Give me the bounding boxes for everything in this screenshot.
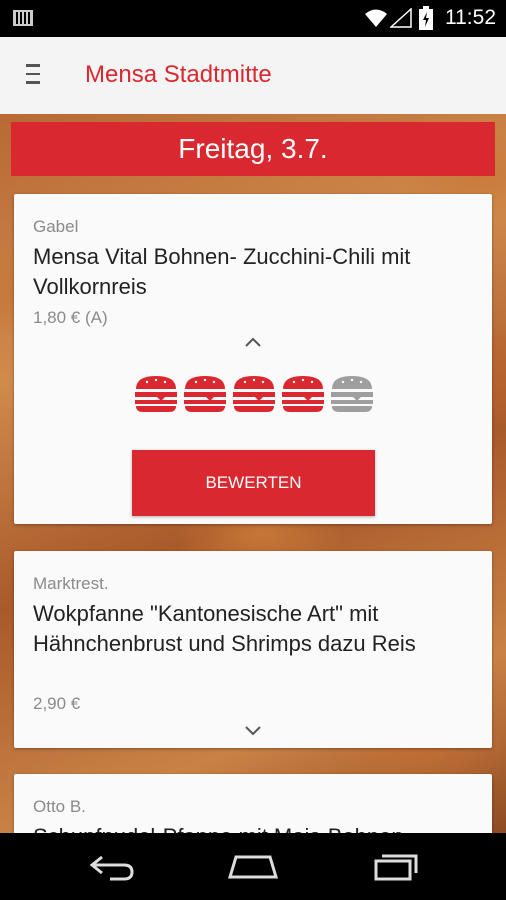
rate-button[interactable]: BEWERTEN xyxy=(132,450,375,516)
chevron-down-icon[interactable] xyxy=(244,725,262,737)
meal-name: Mensa Vital Bohnen- Zucchini-Chili mit V… xyxy=(33,244,411,299)
meal-name: Wokpfanne "Kantonesische Art" mit Hähnch… xyxy=(33,601,416,656)
meal-price: 1,80 € (A) xyxy=(33,308,108,327)
status-time: 11:52 xyxy=(445,6,496,29)
meal-price: 2,90 € xyxy=(33,694,81,713)
meal-location: Otto B. xyxy=(33,797,86,816)
meal-name: Schupfnudel-Pfanne mit Mais-Bohnen xyxy=(33,822,483,833)
page-title: Mensa Stadtmitte xyxy=(85,61,272,88)
burger-rating-icon-filled[interactable] xyxy=(280,374,326,414)
meal-location: Gabel xyxy=(33,217,79,236)
meal-card[interactable]: Marktrest. Wokpfanne "Kantonesische Art"… xyxy=(14,551,492,748)
burger-rating-icon-empty[interactable] xyxy=(329,374,375,414)
navigation-bar xyxy=(0,833,506,900)
home-icon[interactable] xyxy=(226,853,280,881)
meal-card[interactable]: Gabel Mensa Vital Bohnen- Zucchini-Chili… xyxy=(14,194,492,524)
battery-charging-icon xyxy=(419,6,433,30)
menu-icon[interactable] xyxy=(26,64,42,86)
burger-rating-icon-filled[interactable] xyxy=(231,374,277,414)
meal-list[interactable]: Freitag, 3.7. Gabel Mensa Vital Bohnen- … xyxy=(0,114,506,833)
wifi-icon xyxy=(365,9,387,27)
burger-rating-icon-filled[interactable] xyxy=(182,374,228,414)
sim-card-icon xyxy=(13,10,33,26)
recent-apps-icon[interactable] xyxy=(372,853,420,881)
status-bar: 11:52 xyxy=(0,0,506,37)
chevron-up-icon[interactable] xyxy=(244,336,262,348)
burger-rating-icon-filled[interactable] xyxy=(133,374,179,414)
meal-location: Marktrest. xyxy=(33,574,109,593)
meal-card[interactable]: Otto B. Schupfnudel-Pfanne mit Mais-Bohn… xyxy=(14,774,492,833)
back-icon[interactable] xyxy=(88,853,136,881)
signal-icon xyxy=(390,8,412,28)
app-bar: Mensa Stadtmitte xyxy=(0,37,506,114)
rating-bar[interactable] xyxy=(133,374,378,414)
day-header: Freitag, 3.7. xyxy=(11,122,495,176)
